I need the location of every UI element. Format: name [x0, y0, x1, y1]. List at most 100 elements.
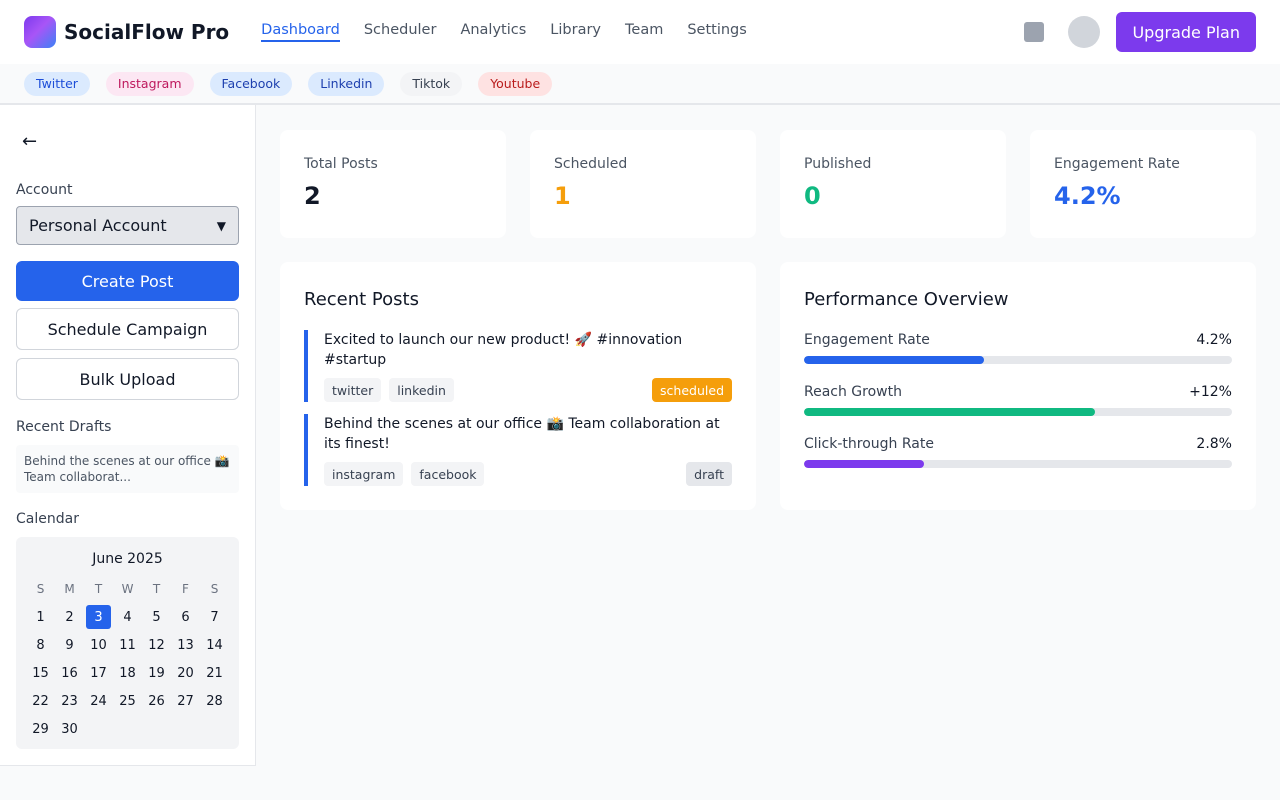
- platform-chip-youtube[interactable]: Youtube: [478, 72, 552, 96]
- post-item[interactable]: Behind the scenes at our office 📸 Team c…: [304, 414, 732, 486]
- calendar-day-number: 8: [36, 638, 44, 653]
- weekday-header: S: [200, 575, 229, 603]
- metric-label: Reach Growth: [804, 384, 902, 400]
- platform-chip-linkedin[interactable]: Linkedin: [308, 72, 384, 96]
- calendar-day[interactable]: 27: [171, 687, 200, 715]
- stat-value: 2: [304, 182, 482, 210]
- calendar-day[interactable]: 22: [26, 687, 55, 715]
- calendar-day[interactable]: 24: [84, 687, 113, 715]
- nav-library[interactable]: Library: [550, 22, 601, 42]
- recent-posts-panel: Recent Posts Excited to launch our new p…: [280, 262, 756, 510]
- nav-team[interactable]: Team: [625, 22, 663, 42]
- calendar-day-number: 16: [61, 666, 78, 681]
- calendar-day[interactable]: 17: [84, 659, 113, 687]
- calendar-day-number: 15: [32, 666, 49, 681]
- calendar-day-number: 27: [177, 694, 194, 709]
- stat-label: Engagement Rate: [1054, 156, 1232, 172]
- calendar-day[interactable]: 1: [26, 603, 55, 631]
- progress-fill: [804, 408, 1095, 416]
- calendar-day[interactable]: 11: [113, 631, 142, 659]
- calendar-day-number: 6: [181, 610, 189, 625]
- account-select-value: Personal Account: [29, 216, 167, 235]
- platform-chip-instagram[interactable]: Instagram: [106, 72, 194, 96]
- calendar-day-today[interactable]: 3: [84, 603, 113, 631]
- main-nav: Dashboard Scheduler Analytics Library Te…: [261, 22, 747, 42]
- progress-fill: [804, 356, 984, 364]
- calendar-day-number: 12: [148, 638, 165, 653]
- calendar-day[interactable]: 6: [171, 603, 200, 631]
- calendar-day[interactable]: 21: [200, 659, 229, 687]
- stat-card-total-posts: Total Posts 2: [280, 130, 506, 238]
- calendar-day-number: 14: [206, 638, 223, 653]
- metric-engagement-rate: Engagement Rate4.2%: [804, 332, 1232, 364]
- calendar-day[interactable]: 12: [142, 631, 171, 659]
- calendar-day-number: 17: [90, 666, 107, 681]
- account-select[interactable]: Personal Account ▼: [16, 206, 239, 245]
- calendar-day-number: 22: [32, 694, 49, 709]
- calendar-day[interactable]: 19: [142, 659, 171, 687]
- calendar-day-number: 13: [177, 638, 194, 653]
- calendar-day[interactable]: 13: [171, 631, 200, 659]
- calendar-day-number: 29: [32, 722, 49, 737]
- performance-title: Performance Overview: [804, 289, 1232, 310]
- logo-icon[interactable]: [24, 16, 56, 48]
- weekday-header: M: [55, 575, 84, 603]
- calendar-day[interactable]: 29: [26, 715, 55, 743]
- nav-settings[interactable]: Settings: [687, 22, 746, 42]
- calendar-day[interactable]: 8: [26, 631, 55, 659]
- create-post-button[interactable]: Create Post: [16, 261, 239, 301]
- stat-value: 1: [554, 182, 732, 210]
- calendar-day[interactable]: 14: [200, 631, 229, 659]
- calendar-day[interactable]: 4: [113, 603, 142, 631]
- post-item[interactable]: Excited to launch our new product! 🚀 #in…: [304, 330, 732, 402]
- calendar-day[interactable]: 5: [142, 603, 171, 631]
- weekday-header: T: [142, 575, 171, 603]
- calendar-day[interactable]: 15: [26, 659, 55, 687]
- platform-filter-bar: Twitter Instagram Facebook Linkedin Tikt…: [0, 64, 1280, 105]
- draft-item[interactable]: Behind the scenes at our office 📸 Team c…: [16, 445, 239, 493]
- calendar-day-number: 30: [61, 722, 78, 737]
- calendar-day[interactable]: 23: [55, 687, 84, 715]
- metric-click-through-rate: Click-through Rate2.8%: [804, 436, 1232, 468]
- calendar-day-number: 3: [86, 605, 111, 629]
- platform-chip-tiktok[interactable]: Tiktok: [400, 72, 462, 96]
- calendar-day[interactable]: 10: [84, 631, 113, 659]
- schedule-campaign-button[interactable]: Schedule Campaign: [16, 308, 239, 350]
- calendar-day-number: 1: [36, 610, 44, 625]
- avatar[interactable]: [1068, 16, 1100, 48]
- bell-icon[interactable]: [1024, 22, 1044, 42]
- nav-analytics[interactable]: Analytics: [460, 22, 526, 42]
- stat-card-engagement-rate: Engagement Rate 4.2%: [1030, 130, 1256, 238]
- stat-label: Published: [804, 156, 982, 172]
- mini-calendar: June 2025 SMTWTFS12345678910111213141516…: [16, 537, 239, 749]
- recent-drafts-label: Recent Drafts: [16, 419, 111, 435]
- platform-chip-facebook[interactable]: Facebook: [210, 72, 293, 96]
- weekday-header: S: [26, 575, 55, 603]
- nav-dashboard[interactable]: Dashboard: [261, 22, 340, 42]
- bulk-upload-button[interactable]: Bulk Upload: [16, 358, 239, 400]
- calendar-label: Calendar: [16, 511, 79, 527]
- metric-value: +12%: [1189, 384, 1232, 400]
- stat-card-scheduled: Scheduled 1: [530, 130, 756, 238]
- status-badge: draft: [686, 462, 732, 486]
- weekday-header: W: [113, 575, 142, 603]
- calendar-day[interactable]: 28: [200, 687, 229, 715]
- post-text: Behind the scenes at our office 📸 Team c…: [324, 414, 732, 454]
- calendar-day[interactable]: 20: [171, 659, 200, 687]
- platform-chip-twitter[interactable]: Twitter: [24, 72, 90, 96]
- calendar-day-number: 5: [152, 610, 160, 625]
- calendar-day[interactable]: 9: [55, 631, 84, 659]
- stat-card-published: Published 0: [780, 130, 1006, 238]
- calendar-day[interactable]: 18: [113, 659, 142, 687]
- calendar-day[interactable]: 26: [142, 687, 171, 715]
- calendar-day[interactable]: 16: [55, 659, 84, 687]
- back-arrow-icon[interactable]: ←: [22, 131, 37, 152]
- calendar-day-number: 7: [210, 610, 218, 625]
- calendar-month: June 2025: [16, 551, 239, 567]
- calendar-day[interactable]: 25: [113, 687, 142, 715]
- upgrade-plan-button[interactable]: Upgrade Plan: [1116, 12, 1256, 52]
- nav-scheduler[interactable]: Scheduler: [364, 22, 437, 42]
- calendar-day[interactable]: 2: [55, 603, 84, 631]
- calendar-day[interactable]: 30: [55, 715, 84, 743]
- calendar-day[interactable]: 7: [200, 603, 229, 631]
